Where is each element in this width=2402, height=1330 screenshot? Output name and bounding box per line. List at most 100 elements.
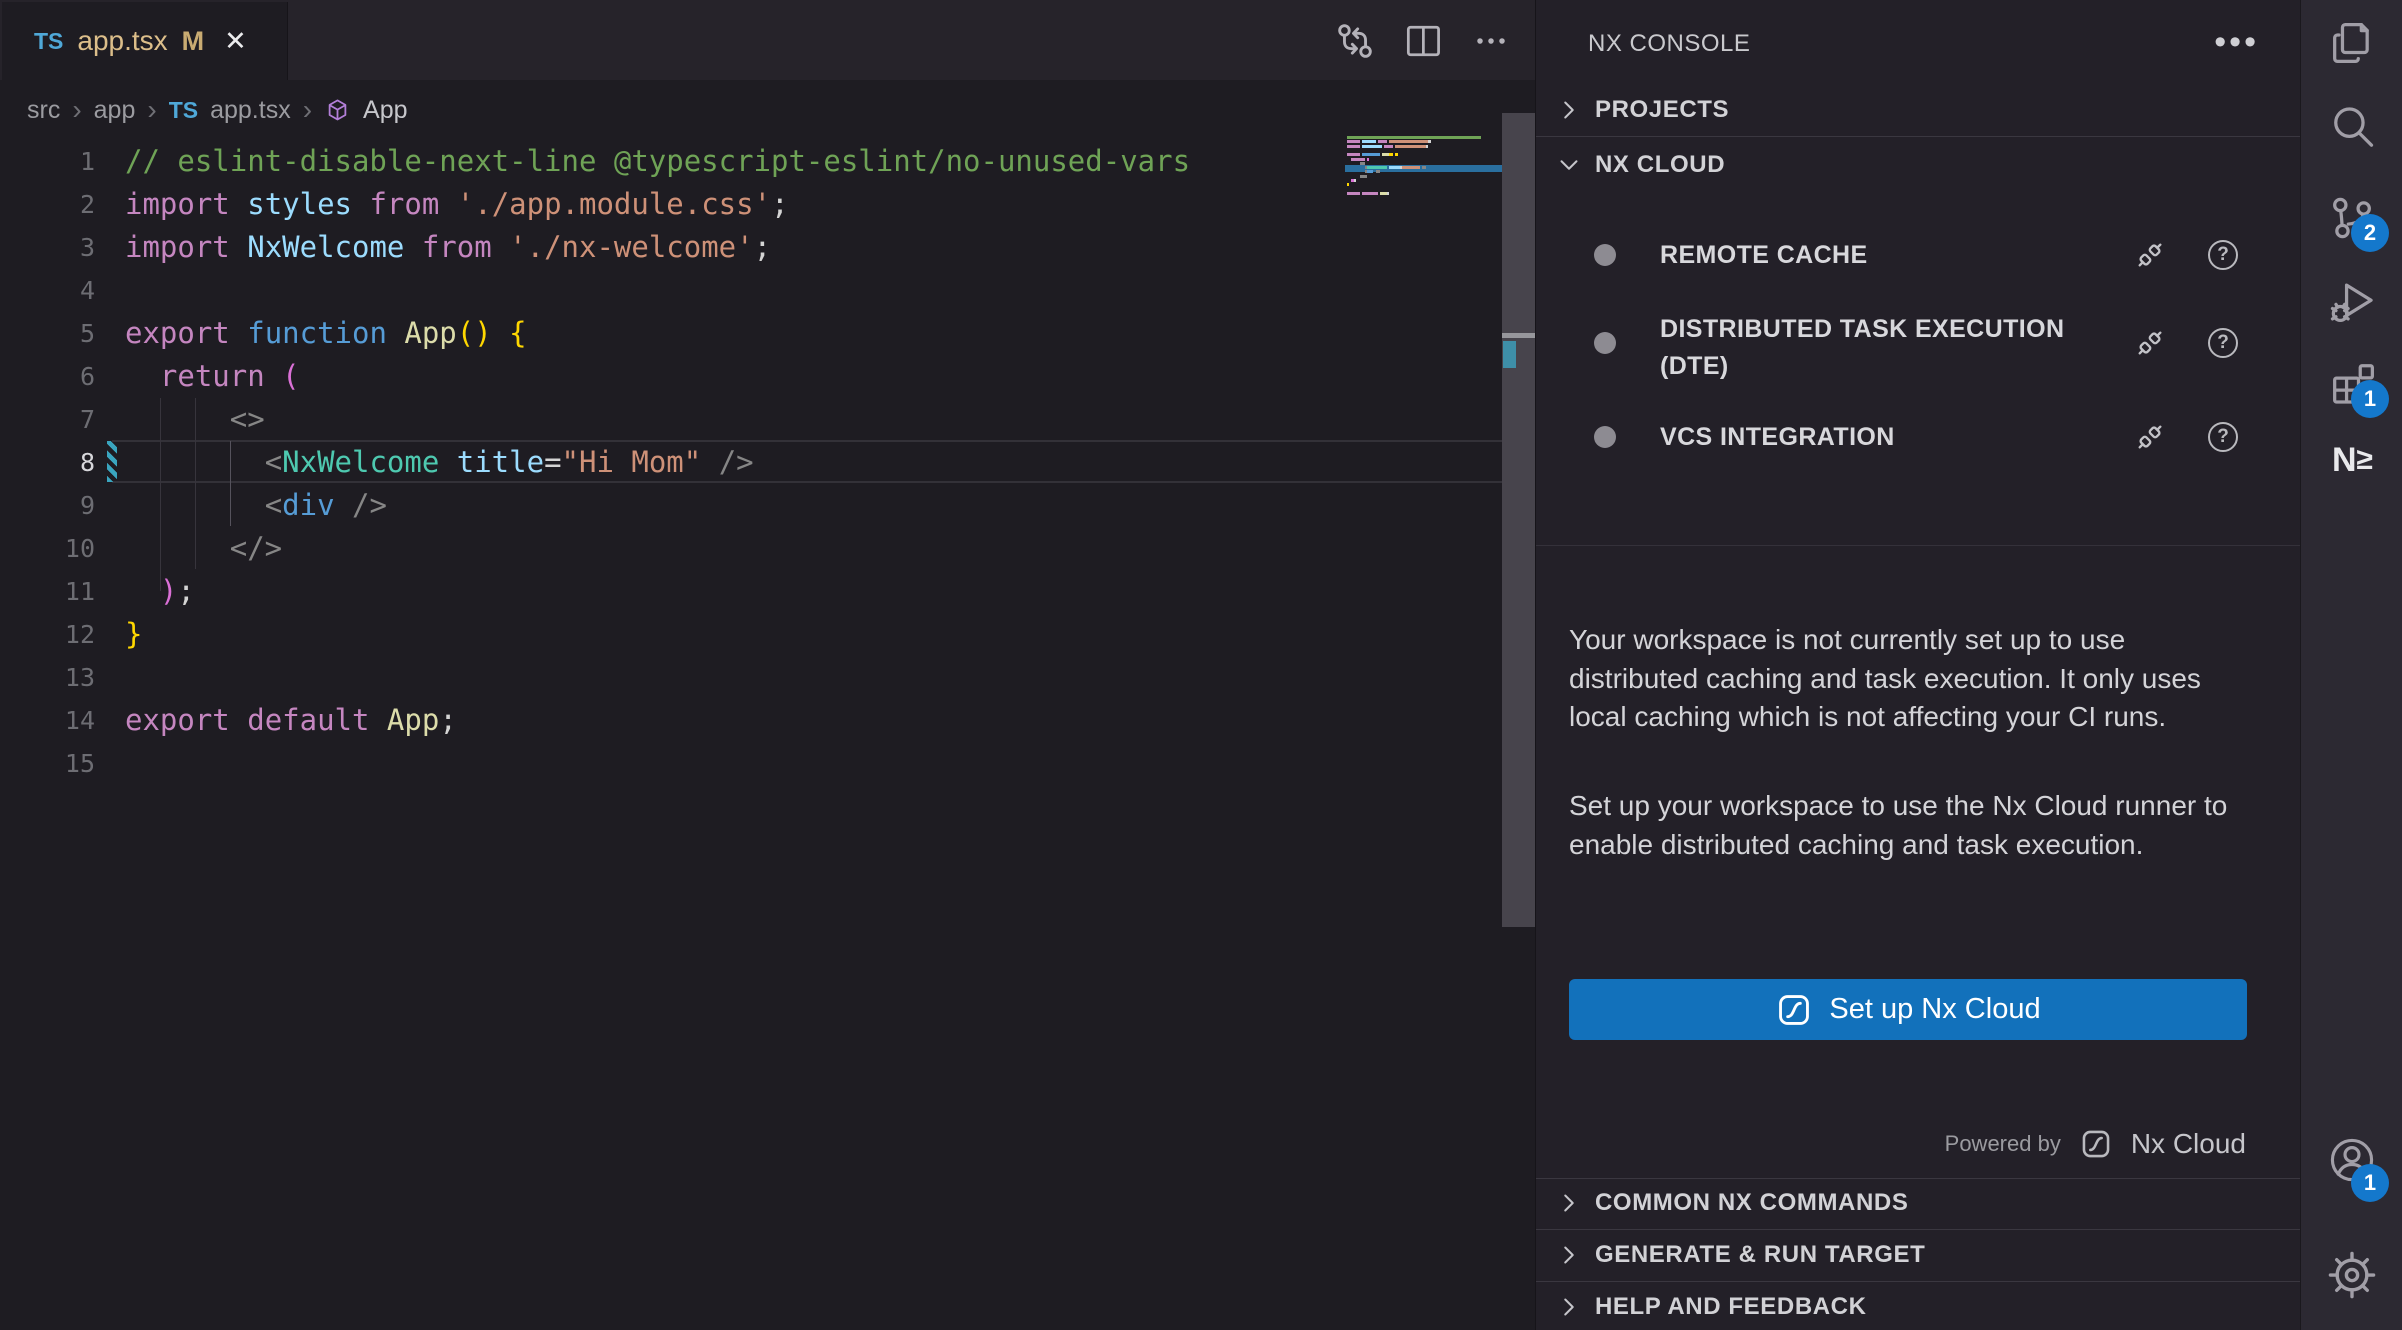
breadcrumb-symbol[interactable]: App xyxy=(363,96,407,125)
line-number: 9 xyxy=(0,484,95,527)
code-text: // eslint-disable-next-line @typescript-… xyxy=(125,140,1190,183)
section-generate-run-target[interactable]: GENERATE & RUN TARGET xyxy=(1536,1233,2301,1277)
nx-cloud-item[interactable]: REMOTE CACHE? xyxy=(1536,237,2301,293)
help-icon[interactable]: ? xyxy=(2208,422,2238,452)
minimap-line xyxy=(1347,136,1481,139)
nx-cloud-logo-icon xyxy=(2079,1127,2113,1161)
connect-plug-icon[interactable] xyxy=(2131,324,2169,362)
connect-plug-icon[interactable] xyxy=(2131,236,2169,274)
section-label: HELP AND FEEDBACK xyxy=(1595,1285,1867,1329)
code-line[interactable]: 3 import NxWelcome from './nx-welcome'; xyxy=(0,226,1502,269)
setup-instruction-text: Set up your workspace to use the Nx Clou… xyxy=(1569,787,2249,864)
code-line[interactable]: 5export function App() { xyxy=(0,312,1502,355)
minimap-line xyxy=(1347,162,1365,165)
code-line[interactable]: 13 xyxy=(0,656,1502,699)
settings-gear-icon[interactable] xyxy=(2301,1235,2402,1315)
code-line[interactable]: 10 </> xyxy=(0,527,1502,570)
breadcrumb-separator-icon: › xyxy=(147,96,156,124)
minimap-line xyxy=(1347,192,1389,195)
split-editor-icon[interactable] xyxy=(1400,18,1446,64)
minimap-line xyxy=(1347,179,1356,182)
line-number: 11 xyxy=(0,570,95,613)
help-icon[interactable]: ? xyxy=(2208,328,2238,358)
breadcrumb-folder[interactable]: app xyxy=(94,96,136,125)
source-control-icon[interactable]: 2 xyxy=(2301,178,2402,258)
code-line[interactable]: 8 <NxWelcome title="Hi Mom" /> xyxy=(0,441,1502,484)
section-common-nx-commands[interactable]: COMMON NX COMMANDS xyxy=(1536,1181,2301,1225)
source-control-badge: 2 xyxy=(2351,214,2389,252)
powered-by-label: Powered by xyxy=(1945,1131,2061,1157)
section-projects[interactable]: PROJECTS xyxy=(1536,88,2301,132)
code-line[interactable]: 1 // eslint-disable-next-line @typescript… xyxy=(0,140,1502,183)
setup-nx-cloud-button[interactable]: Set up Nx Cloud xyxy=(1569,979,2247,1040)
setup-button-label: Set up Nx Cloud xyxy=(1829,993,2040,1026)
line-number: 10 xyxy=(0,527,95,570)
divider xyxy=(1536,545,2301,546)
line-number: 1 xyxy=(0,140,95,183)
code-text: <> xyxy=(125,398,265,441)
open-changes-icon[interactable] xyxy=(1332,18,1378,64)
chevron-right-icon xyxy=(1554,1240,1584,1270)
nx-cloud-logo-icon xyxy=(1775,991,1813,1029)
extensions-icon[interactable]: 1 xyxy=(2301,344,2402,424)
workspace-status-text: Your workspace is not currently set up t… xyxy=(1569,621,2249,737)
section-help-and-feedback[interactable]: HELP AND FEEDBACK xyxy=(1536,1285,2301,1329)
code-text: } xyxy=(125,613,142,656)
status-dot-icon xyxy=(1594,332,1616,354)
code-line[interactable]: 14export default App; xyxy=(0,699,1502,742)
activity-bar: 2 1 N≥ 1 xyxy=(2300,0,2402,1330)
status-dot-icon xyxy=(1594,244,1616,266)
nx-console-activity-icon[interactable]: N≥ xyxy=(2301,420,2402,500)
line-number: 8 xyxy=(0,441,95,484)
run-debug-icon[interactable] xyxy=(2301,262,2402,342)
code-line[interactable]: 4 xyxy=(0,269,1502,312)
line-number: 5 xyxy=(0,312,95,355)
nx-cloud-item-label: REMOTE CACHE xyxy=(1660,237,2090,274)
status-dot-icon xyxy=(1594,426,1616,448)
code-line[interactable]: 7 <> xyxy=(0,398,1502,441)
line-number: 3 xyxy=(0,226,95,269)
nx-cloud-item[interactable]: VCS INTEGRATION? xyxy=(1536,419,2301,475)
chevron-right-icon xyxy=(1554,95,1584,125)
tab-app-tsx[interactable]: TS app.tsx M ✕ xyxy=(2,2,288,80)
breadcrumb-file[interactable]: app.tsx xyxy=(210,96,291,125)
code-line[interactable]: 15 xyxy=(0,742,1502,785)
vscode-window: TS app.tsx M ✕ xyxy=(0,0,2402,1330)
minimap-line xyxy=(1347,175,1367,178)
connect-plug-icon[interactable] xyxy=(2131,418,2169,456)
code-text: import NxWelcome from './nx-welcome'; xyxy=(125,226,771,269)
close-icon[interactable]: ✕ xyxy=(224,26,247,57)
section-nx-cloud[interactable]: NX CLOUD xyxy=(1536,143,2301,187)
panel-more-actions-icon[interactable]: ••• xyxy=(2214,20,2259,64)
nx-cloud-item-label: DISTRIBUTED TASK EXECUTION (DTE) xyxy=(1660,311,2090,385)
code-text: import styles from './app.module.css'; xyxy=(125,183,789,226)
help-icon[interactable]: ? xyxy=(2208,240,2238,270)
code-line[interactable]: 6 return ( xyxy=(0,355,1502,398)
accounts-badge: 1 xyxy=(2351,1164,2389,1202)
more-actions-icon[interactable] xyxy=(1468,18,1514,64)
code-line[interactable]: 9 <div /> xyxy=(0,484,1502,527)
divider xyxy=(1536,1281,2301,1282)
divider xyxy=(1536,1178,2301,1179)
minimap[interactable] xyxy=(1345,128,1502,218)
panel-header: NX CONSOLE ••• xyxy=(1536,20,2301,68)
tab-bar: TS app.tsx M ✕ xyxy=(0,0,1535,80)
divider xyxy=(1536,1229,2301,1230)
extensions-badge: 1 xyxy=(2351,380,2389,418)
breadcrumb-folder[interactable]: src xyxy=(27,96,60,125)
breadcrumb-separator-icon: › xyxy=(303,96,312,124)
section-label: NX CLOUD xyxy=(1595,143,1725,187)
code-line[interactable]: 11 ); xyxy=(0,570,1502,613)
search-icon[interactable] xyxy=(2301,87,2402,167)
accounts-icon[interactable]: 1 xyxy=(2301,1120,2402,1200)
explorer-icon[interactable] xyxy=(2301,3,2402,83)
minimap-line xyxy=(1347,158,1369,161)
minimap-line xyxy=(1347,183,1349,186)
breadcrumb: src › app › TS app.tsx › App xyxy=(27,88,408,132)
code-line[interactable]: 2import styles from './app.module.css'; xyxy=(0,183,1502,226)
editor-scrollbar[interactable] xyxy=(1502,113,1535,927)
code-line[interactable]: 12} xyxy=(0,613,1502,656)
line-number: 12 xyxy=(0,613,95,656)
nx-cloud-item[interactable]: DISTRIBUTED TASK EXECUTION (DTE)? xyxy=(1536,311,2301,423)
line-number: 6 xyxy=(0,355,95,398)
